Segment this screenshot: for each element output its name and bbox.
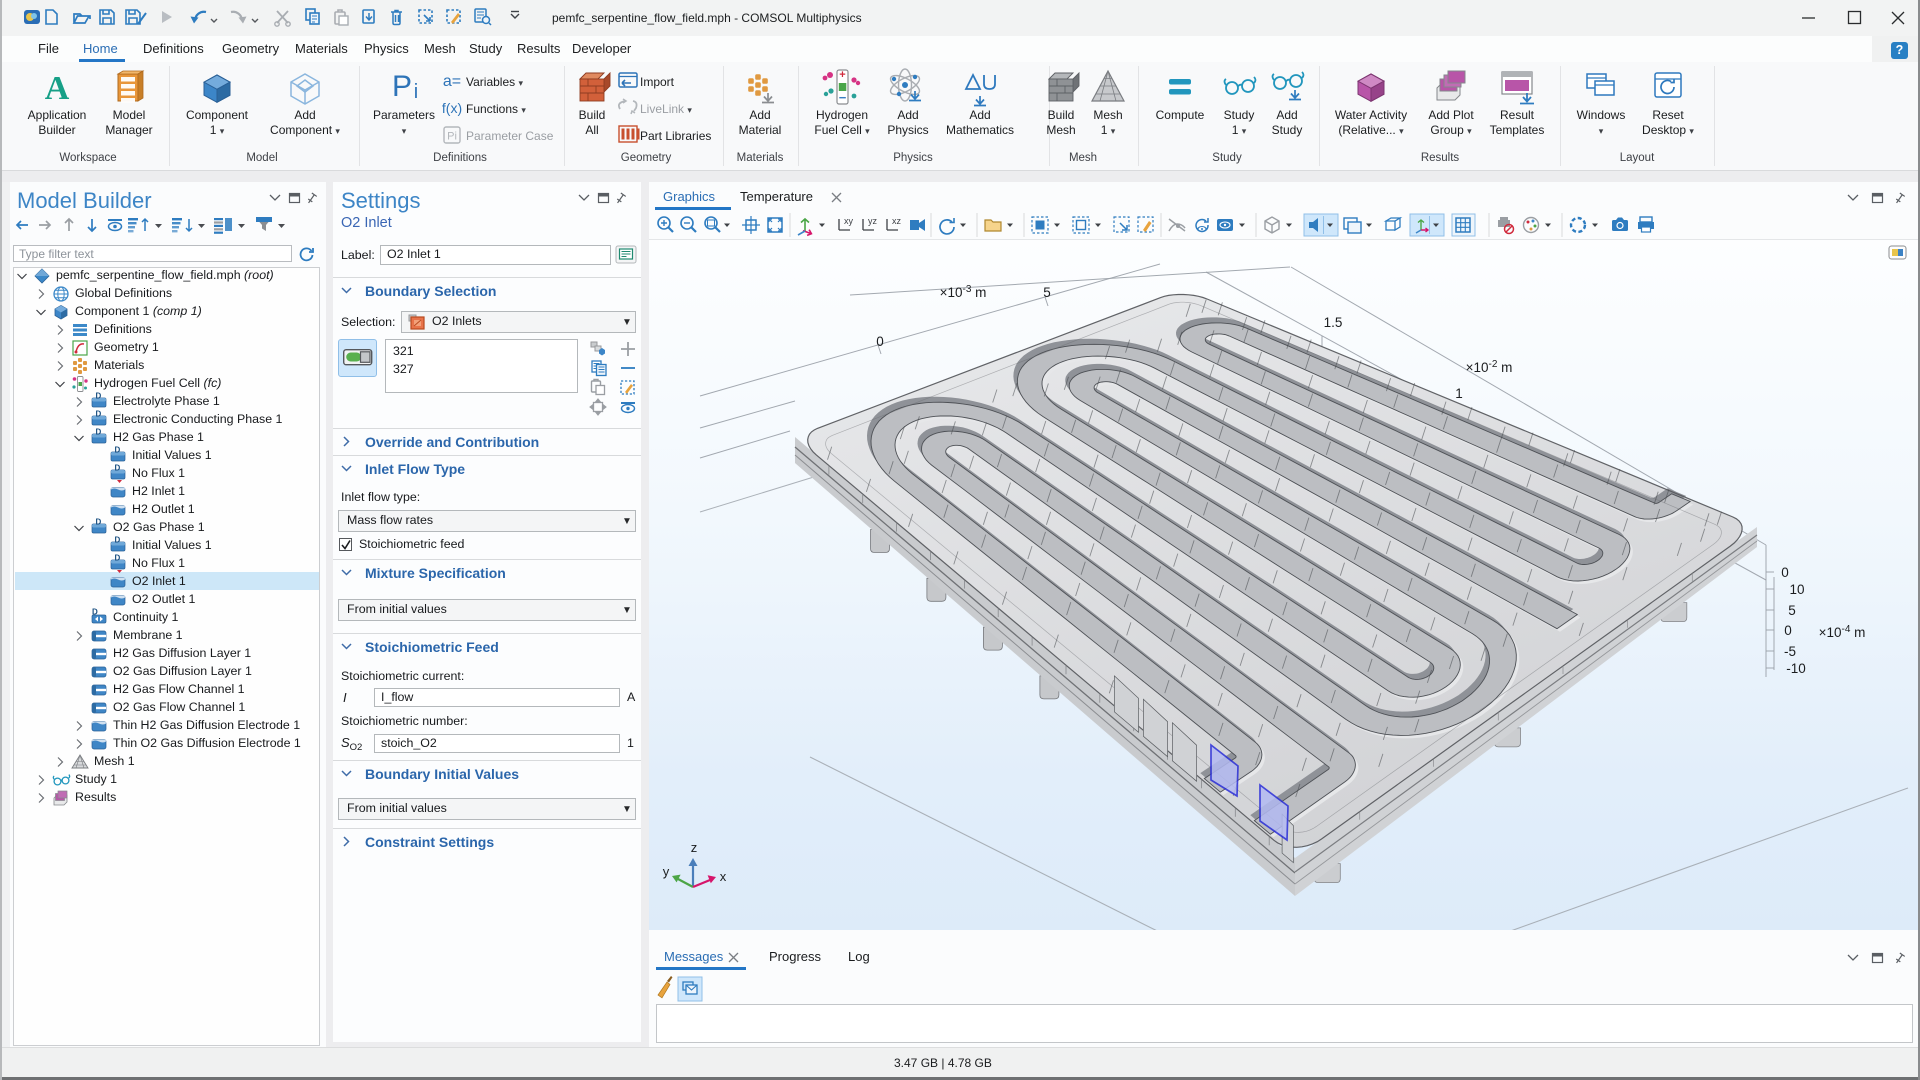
svg-text:D: D xyxy=(115,464,121,473)
svg-text:D: D xyxy=(92,608,98,617)
svg-text:xz: xz xyxy=(892,216,902,226)
svg-text:5: 5 xyxy=(1043,285,1051,300)
svg-text:z: z xyxy=(691,840,698,855)
svg-text:xy: xy xyxy=(844,216,854,226)
svg-text:y: y xyxy=(663,864,670,879)
svg-text:×10-3 m: ×10-3 m xyxy=(940,284,987,300)
svg-text:D: D xyxy=(115,554,121,563)
svg-text:×10-4 m: ×10-4 m xyxy=(1819,624,1866,640)
svg-text:x: x xyxy=(720,869,727,884)
svg-text:1.5: 1.5 xyxy=(1324,315,1343,330)
svg-text:-10: -10 xyxy=(1786,661,1806,676)
svg-text:D: D xyxy=(115,536,121,545)
svg-text:10: 10 xyxy=(1789,582,1804,597)
svg-text:yz: yz xyxy=(868,216,878,226)
svg-text:0: 0 xyxy=(876,334,884,349)
svg-text:D: D xyxy=(115,446,121,455)
svg-text:5: 5 xyxy=(1788,603,1796,618)
svg-text:0: 0 xyxy=(1781,565,1789,580)
svg-text:×10-2 m: ×10-2 m xyxy=(1466,359,1513,375)
svg-text:-5: -5 xyxy=(1784,644,1796,659)
svg-text:1: 1 xyxy=(1455,386,1463,401)
svg-text:D: D xyxy=(96,518,102,527)
svg-text:0: 0 xyxy=(1784,623,1792,638)
